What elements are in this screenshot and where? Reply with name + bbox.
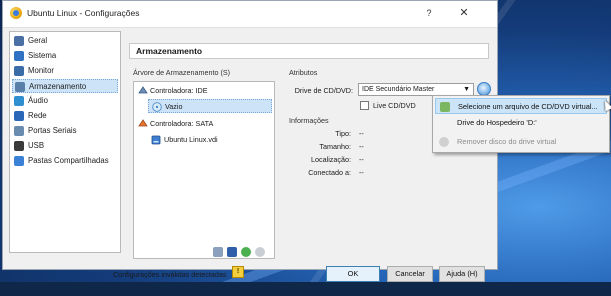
sidebar-item-storage[interactable]: Armazenamento — [12, 79, 118, 93]
title-bar: Ubuntu Linux - Configurações ? ✕ — [3, 1, 497, 28]
general-icon — [14, 36, 24, 46]
tree-row-label: Controladora: IDE — [150, 86, 208, 95]
menu-item-host-drive[interactable]: Drive do Hospedeiro 'D:' — [435, 115, 607, 131]
info-attached-key: Conectado a: — [308, 168, 351, 177]
info-size-key: Tamanho: — [319, 142, 351, 151]
sidebar-item-network[interactable]: Rede — [12, 109, 118, 123]
close-button[interactable]: ✕ — [449, 4, 479, 22]
sidebar-item-audio[interactable]: Áudio — [12, 94, 118, 108]
sidebar-item-general[interactable]: Geral — [12, 34, 118, 48]
info-type-value: -- — [359, 129, 364, 138]
usb-icon — [14, 141, 24, 151]
information-group-label: Informações — [289, 116, 329, 125]
menu-item-choose-virtual-disc[interactable]: Selecione um arquivo de CD/DVD virtual..… — [435, 98, 607, 114]
chevron-down-icon: ▼ — [463, 86, 470, 93]
choose-disc-button[interactable] — [477, 82, 491, 96]
settings-window: Ubuntu Linux - Configurações ? ✕ Geral S… — [2, 0, 498, 282]
sidebar-item-system[interactable]: Sistema — [12, 49, 118, 63]
tree-row-label: Vazio — [165, 102, 183, 111]
system-icon — [14, 51, 24, 61]
info-location-key: Localização: — [311, 155, 351, 164]
sidebar-item-label: Rede — [28, 111, 47, 120]
info-type-key: Tipo: — [335, 129, 351, 138]
disc-options-menu: Selecione um arquivo de CD/DVD virtual..… — [432, 95, 610, 153]
sidebar-item-label: Monitor — [28, 66, 54, 75]
sidebar-item-label: Áudio — [28, 96, 48, 105]
page-title: Armazenamento — [129, 43, 489, 59]
help-bottom-button[interactable]: Ajuda (H) — [439, 266, 485, 282]
cd-dvd-drive-value: IDE Secundário Master — [362, 86, 435, 93]
folder-disc-icon — [440, 102, 450, 112]
tree-row-ubuntu-vdi[interactable]: Ubuntu Linux.vdi — [148, 133, 272, 147]
tree-row-empty-drive[interactable]: Vazio — [148, 99, 272, 113]
sidebar-item-label: Geral — [28, 36, 48, 45]
serial-ports-icon — [14, 126, 24, 136]
shared-folders-icon — [14, 156, 24, 166]
sidebar-item-usb[interactable]: USB — [12, 139, 118, 153]
sidebar-item-monitor[interactable]: Monitor — [12, 64, 118, 78]
storage-tree: Controladora: IDE Vazio Controladora: SA… — [133, 81, 275, 259]
tree-row-ide-controller[interactable]: Controladora: IDE — [136, 84, 272, 98]
sidebar-item-label: USB — [28, 141, 45, 150]
live-cd-checkbox[interactable] — [360, 101, 369, 110]
sidebar-item-serial-ports[interactable]: Portas Seriais — [12, 124, 118, 138]
sidebar-item-shared-folders[interactable]: Pastas Compartilhadas — [12, 154, 118, 168]
menu-item-label: Remover disco do drive virtual — [457, 137, 557, 146]
attributes-group-label: Atributos — [289, 68, 318, 77]
ide-controller-icon — [138, 86, 148, 96]
tree-row-label: Ubuntu Linux.vdi — [164, 135, 218, 144]
sidebar-item-label: Sistema — [28, 51, 57, 60]
remove-attachment-icon[interactable] — [255, 247, 265, 257]
hard-disk-icon — [151, 135, 161, 145]
settings-sidebar: Geral Sistema Monitor Armazenamento Áudi… — [9, 31, 121, 253]
remove-controller-icon[interactable] — [227, 247, 237, 257]
warning-icon[interactable]: ! — [232, 266, 244, 278]
add-controller-icon[interactable] — [213, 247, 223, 257]
sidebar-item-label: Pastas Compartilhadas — [28, 156, 109, 165]
invalid-settings-text: Configurações inválidas detectadas — [113, 270, 227, 279]
sata-controller-icon — [138, 119, 148, 129]
cancel-button[interactable]: Cancelar — [387, 266, 433, 282]
storage-tree-label: Árvore de Armazenamento (S) — [133, 68, 231, 77]
empty-disc-icon — [152, 102, 162, 112]
window-title: Ubuntu Linux - Configurações — [27, 8, 140, 18]
remove-disc-icon — [439, 137, 449, 147]
tree-row-sata-controller[interactable]: Controladora: SATA — [136, 117, 272, 131]
monitor-icon — [14, 66, 24, 76]
info-location-value: -- — [359, 155, 364, 164]
live-cd-label: Live CD/DVD — [373, 101, 416, 110]
info-attached-value: -- — [359, 168, 364, 177]
help-button[interactable]: ? — [417, 4, 441, 22]
menu-item-remove-disc[interactable]: Remover disco do drive virtual — [435, 134, 607, 150]
audio-icon — [14, 96, 24, 106]
menu-item-label: Drive do Hospedeiro 'D:' — [457, 118, 537, 127]
tree-row-label: Controladora: SATA — [150, 119, 214, 128]
taskbar — [0, 282, 611, 296]
menu-item-label: Selecione um arquivo de CD/DVD virtual..… — [458, 102, 598, 111]
add-attachment-icon[interactable] — [241, 247, 251, 257]
storage-icon — [15, 82, 25, 92]
virtualbox-app-icon — [10, 7, 22, 19]
sidebar-item-label: Portas Seriais — [28, 126, 77, 135]
ok-button[interactable]: OK — [326, 266, 380, 282]
network-icon — [14, 111, 24, 121]
cd-dvd-drive-label: Drive de CD/DVD: — [294, 86, 353, 95]
sidebar-item-label: Armazenamento — [29, 82, 87, 91]
info-size-value: -- — [359, 142, 364, 151]
